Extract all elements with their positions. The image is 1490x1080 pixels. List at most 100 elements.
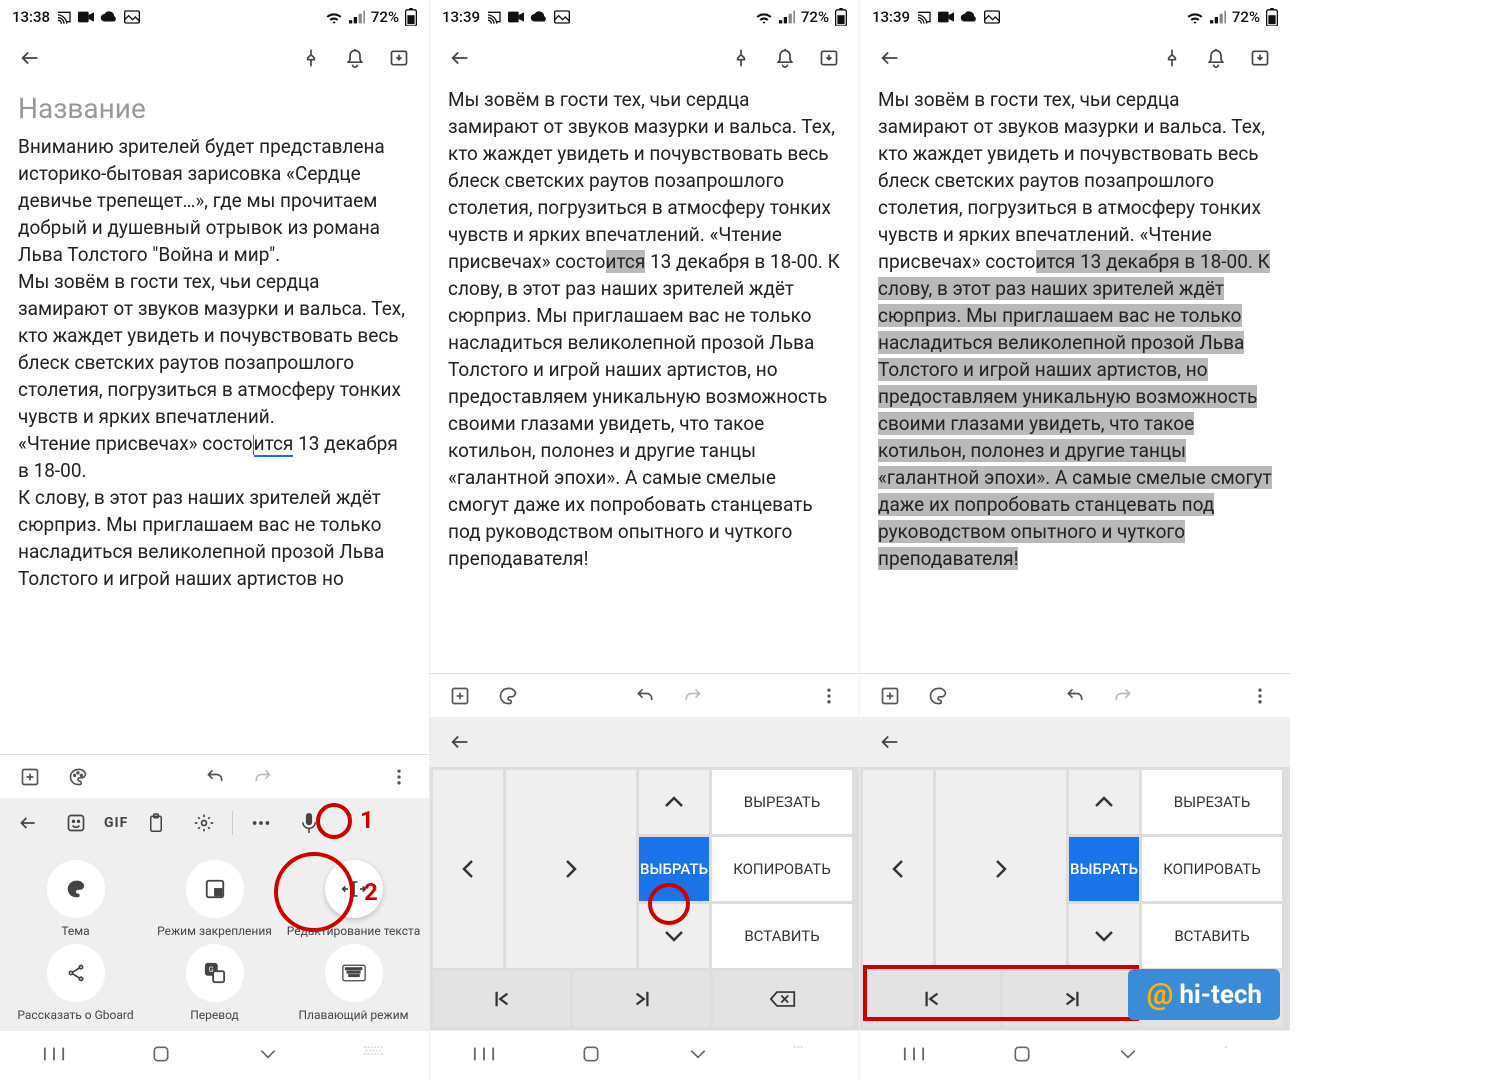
pad-left[interactable] [863,770,933,968]
more-button[interactable] [809,676,849,716]
app-toolbar [0,34,429,82]
more-button[interactable] [1240,676,1280,716]
palette-button[interactable] [918,676,958,716]
add-box-button[interactable] [440,676,480,716]
menu-dock[interactable]: Режим закрепления [147,860,282,938]
pad-backspace[interactable] [713,971,853,1027]
kbd-back-button[interactable] [440,722,480,762]
menu-share[interactable]: Рассказать о Gboard [8,944,143,1022]
reminder-button[interactable] [1196,38,1236,78]
pin-button[interactable] [291,38,331,78]
pad-paste[interactable]: ВСТАВИТЬ [712,904,852,968]
signal-icon [1210,10,1226,24]
nav-keyboard[interactable] [364,1046,386,1066]
undo-button[interactable] [195,757,235,797]
text-edit-pad: ВЫРЕЗАТЬ ВЫБРАТЬ КОПИРОВАТЬ ВСТАВИТЬ [860,767,1290,971]
nav-recents[interactable] [903,1045,925,1067]
settings-button[interactable] [184,803,224,843]
cast-icon [56,9,72,25]
pad-right[interactable] [506,770,636,968]
video-icon [78,11,94,23]
pad-down[interactable] [639,904,709,968]
annotation-number-2: 2 [364,878,378,906]
redo-button[interactable] [243,757,283,797]
nav-home[interactable] [581,1044,601,1068]
note-body[interactable]: Вниманию зрителей будет представлена ист… [0,129,429,754]
menu-floating[interactable]: Плавающий режим [286,944,421,1022]
pin-button[interactable] [1152,38,1192,78]
redo-button[interactable] [1103,676,1143,716]
nav-back[interactable] [258,1046,278,1065]
annotation-number-1: 1 [360,806,374,834]
archive-button[interactable] [809,38,849,78]
nav-recents[interactable] [43,1045,65,1067]
palette-button[interactable] [488,676,528,716]
add-box-button[interactable] [870,676,910,716]
image-icon [984,10,1000,24]
back-button[interactable] [440,38,480,78]
status-bar: 13:38 72% [0,0,429,34]
pad-select[interactable]: ВЫБРАТЬ [1069,837,1139,901]
pad-paste[interactable]: ВСТАВИТЬ [1142,904,1282,968]
wifi-icon [755,10,773,24]
menu-theme[interactable]: Тема [8,860,143,938]
body-selection: ится [606,250,646,273]
pad-copy[interactable]: КОПИРОВАТЬ [1142,837,1282,901]
pad-right[interactable] [936,770,1066,968]
nav-keyboard[interactable] [794,1046,816,1066]
archive-button[interactable] [1240,38,1280,78]
redo-button[interactable] [673,676,713,716]
nav-back[interactable] [688,1046,708,1065]
pad-end[interactable] [573,971,710,1027]
cloud-icon [960,11,978,23]
pad-cut[interactable]: ВЫРЕЗАТЬ [712,770,852,834]
reminder-button[interactable] [335,38,375,78]
menu-translate[interactable]: GПеревод [147,944,282,1022]
gif-button[interactable]: GIF [104,815,128,831]
note-body[interactable]: Мы зовём в гости тех, чьи сердца замираю… [860,82,1290,673]
cast-icon [916,9,932,25]
pad-home[interactable] [863,971,1000,1027]
title-placeholder[interactable]: Название [0,82,429,129]
pad-copy[interactable]: КОПИРОВАТЬ [712,837,852,901]
kbd-more-button[interactable] [241,803,281,843]
body-post: 13 декабря в 18-00. К слову, в этот раз … [448,250,840,570]
menu-textedit[interactable]: Редактирование текста [286,860,421,938]
pad-end[interactable] [1003,971,1140,1027]
screenshot-1: 13:38 72% Название Вниманию зрителей буд… [0,0,430,1080]
undo-button[interactable] [625,676,665,716]
pad-up[interactable] [639,770,709,834]
more-button[interactable] [379,757,419,797]
status-bar: 13:39 72% [860,0,1290,34]
kbd-back-button[interactable] [870,722,910,762]
battery-icon [835,8,847,26]
mic-button[interactable] [289,803,329,843]
cast-icon [486,9,502,25]
add-box-button[interactable] [10,757,50,797]
reminder-button[interactable] [765,38,805,78]
nav-back[interactable] [1118,1046,1138,1065]
archive-button[interactable] [379,38,419,78]
kbd-back-button[interactable] [8,803,48,843]
undo-button[interactable] [1055,676,1095,716]
back-button[interactable] [10,38,50,78]
pin-button[interactable] [721,38,761,78]
pad-select[interactable]: ВЫБРАТЬ [639,837,709,901]
nav-home[interactable] [151,1044,171,1068]
format-bar [0,754,429,798]
nav-recents[interactable] [473,1045,495,1067]
pad-up[interactable] [1069,770,1139,834]
palette-button[interactable] [58,757,98,797]
pad-home[interactable] [433,971,570,1027]
pad-cut[interactable]: ВЫРЕЗАТЬ [1142,770,1282,834]
pad-left[interactable] [433,770,503,968]
clipboard-button[interactable] [136,803,176,843]
sticker-button[interactable] [56,803,96,843]
pad-down[interactable] [1069,904,1139,968]
back-button[interactable] [870,38,910,78]
status-bar: 13:39 72% [430,0,859,34]
kbd-toolbar: GIF 1 [0,798,429,848]
note-body[interactable]: Мы зовём в гости тех, чьи сердца замираю… [430,82,859,673]
nav-keyboard[interactable] [1225,1046,1247,1066]
nav-home[interactable] [1012,1044,1032,1068]
